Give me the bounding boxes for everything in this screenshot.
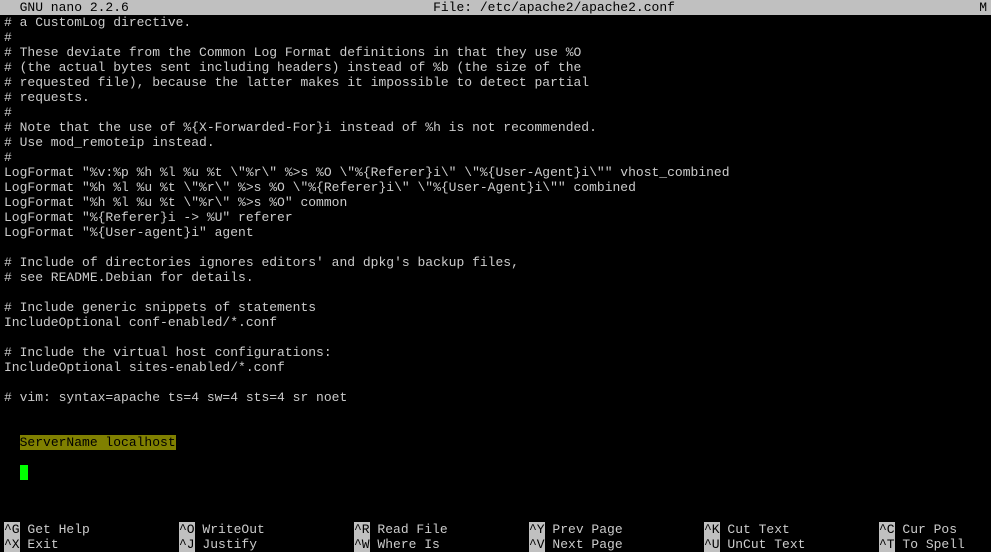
shortcut-justify[interactable]: ^J Justify: [179, 537, 354, 552]
editor-line: # see README.Debian for details.: [4, 270, 987, 285]
shortcut-label: To Spell: [895, 537, 965, 552]
editor-line: #: [4, 30, 987, 45]
shortcut-key: ^G: [4, 522, 20, 537]
editor-line: # (the actual bytes sent including heade…: [4, 60, 987, 75]
shortcut-uncut-text[interactable]: ^U UnCut Text: [704, 537, 879, 552]
shortcut-exit[interactable]: ^X Exit: [4, 537, 179, 552]
editor-line: # requests.: [4, 90, 987, 105]
shortcut-cut-text[interactable]: ^K Cut Text: [704, 522, 879, 537]
editor-line: IncludeOptional sites-enabled/*.conf: [4, 360, 987, 375]
cursor-line[interactable]: [0, 450, 991, 480]
editor-line: [4, 240, 987, 255]
editor-line: IncludeOptional conf-enabled/*.conf: [4, 315, 987, 330]
editor-line: [4, 375, 987, 390]
shortcut-read-file[interactable]: ^R Read File: [354, 522, 529, 537]
editor-line: LogFormat "%{Referer}i -> %U" referer: [4, 210, 987, 225]
shortcut-key: ^W: [354, 537, 370, 552]
shortcut-next-page[interactable]: ^V Next Page: [529, 537, 704, 552]
highlighted-text: ServerName localhost: [20, 435, 176, 450]
shortcut-key: ^U: [704, 537, 720, 552]
shortcut-key: ^J: [179, 537, 195, 552]
shortcut-label: Next Page: [545, 537, 623, 552]
editor-content[interactable]: # a CustomLog directive.## These deviate…: [0, 15, 991, 420]
shortcut-key: ^C: [879, 522, 895, 537]
editor-line: LogFormat "%{User-agent}i" agent: [4, 225, 987, 240]
shortcut-get-help[interactable]: ^G Get Help: [4, 522, 179, 537]
shortcut-key: ^O: [179, 522, 195, 537]
shortcut-label: Justify: [195, 537, 257, 552]
shortcut-key: ^R: [354, 522, 370, 537]
editor-line: # Use mod_remoteip instead.: [4, 135, 987, 150]
shortcut-label: Prev Page: [545, 522, 623, 537]
editor-line: [4, 330, 987, 345]
shortcut-row-1: ^G Get Help^O WriteOut^R Read File^Y Pre…: [4, 522, 987, 537]
shortcut-row-2: ^X Exit^J Justify^W Where Is^V Next Page…: [4, 537, 987, 552]
titlebar: GNU nano 2.2.6 File: /etc/apache2/apache…: [0, 0, 991, 15]
shortcut-writeout[interactable]: ^O WriteOut: [179, 522, 354, 537]
shortcut-label: Exit: [20, 537, 59, 552]
shortcut-label: WriteOut: [195, 522, 265, 537]
editor-highlighted[interactable]: ServerName localhost: [0, 420, 991, 450]
editor-line: # These deviate from the Common Log Form…: [4, 45, 987, 60]
editor-line: #: [4, 150, 987, 165]
editor-line: LogFormat "%v:%p %h %l %u %t \"%r\" %>s …: [4, 165, 987, 180]
shortcut-cur-pos[interactable]: ^C Cur Pos: [879, 522, 979, 537]
editor-line: # requested file), because the latter ma…: [4, 75, 987, 90]
text-cursor: [20, 465, 28, 480]
editor-line: # Include generic snippets of statements: [4, 300, 987, 315]
editor-line: # Include the virtual host configuration…: [4, 345, 987, 360]
modified-indicator: M: [979, 0, 987, 15]
shortcut-key: ^T: [879, 537, 895, 552]
shortcut-key: ^K: [704, 522, 720, 537]
editor-line: # vim: syntax=apache ts=4 sw=4 sts=4 sr …: [4, 390, 987, 405]
editor-line: [4, 405, 987, 420]
shortcut-label: Read File: [370, 522, 448, 537]
editor-line: # a CustomLog directive.: [4, 15, 987, 30]
shortcut-label: Cur Pos: [895, 522, 957, 537]
editor-line: LogFormat "%h %l %u %t \"%r\" %>s %O" co…: [4, 195, 987, 210]
shortcut-key: ^V: [529, 537, 545, 552]
shortcut-key: ^X: [4, 537, 20, 552]
shortcut-to-spell[interactable]: ^T To Spell: [879, 537, 979, 552]
app-name: GNU nano 2.2.6: [4, 0, 129, 15]
shortcut-label: UnCut Text: [720, 537, 806, 552]
shortcut-label: Cut Text: [720, 522, 790, 537]
editor-line: # Include of directories ignores editors…: [4, 255, 987, 270]
editor-line: # Note that the use of %{X-Forwarded-For…: [4, 120, 987, 135]
shortcut-label: Get Help: [20, 522, 90, 537]
shortcut-where-is[interactable]: ^W Where Is: [354, 537, 529, 552]
file-path: File: /etc/apache2/apache2.conf: [129, 0, 979, 15]
editor-line: [4, 285, 987, 300]
shortcut-key: ^Y: [529, 522, 545, 537]
shortcut-prev-page[interactable]: ^Y Prev Page: [529, 522, 704, 537]
shortcut-bar: ^G Get Help^O WriteOut^R Read File^Y Pre…: [0, 522, 991, 552]
shortcut-label: Where Is: [370, 537, 440, 552]
editor-line: #: [4, 105, 987, 120]
editor-line: LogFormat "%h %l %u %t \"%r\" %>s %O \"%…: [4, 180, 987, 195]
